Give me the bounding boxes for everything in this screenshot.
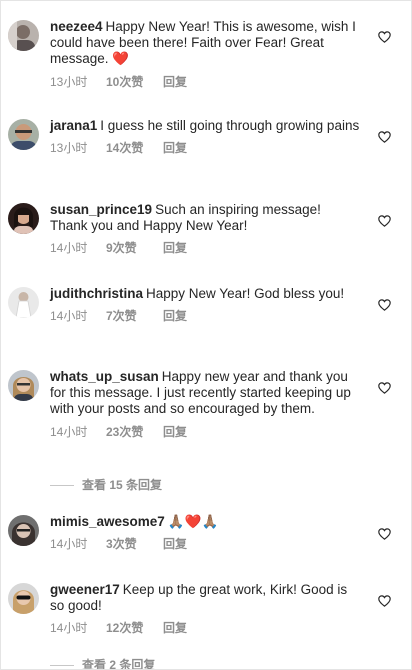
comment-like-count[interactable]: 3次赞: [106, 536, 163, 552]
comment-like-count[interactable]: 9次赞: [106, 240, 163, 256]
comment-like-count[interactable]: 14次赞: [106, 140, 163, 156]
comment-like-count[interactable]: 7次赞: [106, 308, 163, 324]
comment-meta: 13小时 14次赞 回复: [50, 140, 360, 156]
comment-meta: 14小时 9次赞 回复: [50, 240, 360, 256]
avatar[interactable]: [8, 203, 39, 234]
comment-body: susan_prince19 Such an inspiring message!…: [50, 202, 360, 256]
comment-timestamp: 14小时: [50, 621, 88, 636]
comment-body: whats_up_susan Happy new year and thank y…: [50, 369, 360, 440]
comment-text: Happy New Year! God bless you!: [146, 286, 345, 301]
comment-text-block: neezee4 Happy New Year! This is awesome, …: [50, 19, 360, 68]
comment-text-block: mimis_awesome7 🙏🏽❤️🙏🏽: [50, 514, 360, 530]
comment-meta: 14小时 3次赞 回复: [50, 536, 360, 552]
comment-username[interactable]: jarana1: [50, 118, 97, 133]
heart-outline-icon[interactable]: [378, 31, 391, 43]
heart-outline-icon[interactable]: [378, 299, 391, 311]
comment-username[interactable]: judithchristina: [50, 286, 143, 301]
reply-button[interactable]: 回复: [163, 308, 187, 324]
comment-timestamp: 14小时: [50, 424, 88, 439]
heart-outline-icon[interactable]: [378, 382, 391, 394]
comment-timestamp: 13小时: [50, 141, 88, 156]
comment-text-block: jarana1 I guess he still going through gr…: [50, 118, 360, 134]
view-replies-label: 查看 15 条回复: [82, 478, 163, 492]
comment-text-block: gweener17 Keep up the great work, Kirk! G…: [50, 582, 360, 614]
comment-text-block: judithchristina Happy New Year! God bless…: [50, 286, 360, 302]
view-replies-divider: [50, 665, 74, 667]
avatar[interactable]: [8, 583, 39, 614]
comment-like-count[interactable]: 12次赞: [106, 620, 163, 636]
heart-outline-icon[interactable]: [378, 528, 391, 540]
comment-meta: 13小时 10次赞 回复: [50, 74, 360, 90]
comment-username[interactable]: susan_prince19: [50, 202, 152, 217]
comment-username[interactable]: neezee4: [50, 19, 103, 34]
comment-body: judithchristina Happy New Year! God bless…: [50, 286, 360, 324]
comment-text: I guess he still going through growing p…: [100, 118, 360, 133]
view-replies-link[interactable]: 查看 2 条回复: [50, 657, 156, 670]
reply-button[interactable]: 回复: [163, 74, 187, 90]
comment-body: neezee4 Happy New Year! This is awesome, …: [50, 19, 360, 90]
reply-button[interactable]: 回复: [163, 240, 187, 256]
comment-timestamp: 14小时: [50, 309, 88, 324]
comment-text: 🙏🏽❤️🙏🏽: [167, 514, 219, 529]
view-replies-link[interactable]: 查看 15 条回复: [50, 477, 162, 493]
avatar[interactable]: [8, 287, 39, 318]
comment-meta: 14小时 23次赞 回复: [50, 424, 360, 440]
avatar[interactable]: [8, 370, 39, 401]
avatar[interactable]: [8, 119, 39, 150]
comment-username[interactable]: mimis_awesome7: [50, 514, 165, 529]
view-replies-divider: [50, 485, 74, 487]
comment-text-block: susan_prince19 Such an inspiring message!…: [50, 202, 360, 234]
comment-body: jarana1 I guess he still going through gr…: [50, 118, 360, 156]
comment-timestamp: 13小时: [50, 74, 88, 89]
comments-panel: neezee4 Happy New Year! This is awesome, …: [0, 0, 412, 670]
reply-button[interactable]: 回复: [163, 536, 187, 552]
view-replies-label: 查看 2 条回复: [82, 658, 156, 670]
comment-meta: 14小时 12次赞 回复: [50, 620, 360, 636]
comment-username[interactable]: gweener17: [50, 582, 120, 597]
avatar[interactable]: [8, 20, 39, 51]
comment-timestamp: 14小时: [50, 241, 88, 256]
heart-outline-icon[interactable]: [378, 595, 391, 607]
heart-outline-icon[interactable]: [378, 215, 391, 227]
comment-timestamp: 14小时: [50, 537, 88, 552]
comment-like-count[interactable]: 23次赞: [106, 424, 163, 440]
comment-body: gweener17 Keep up the great work, Kirk! G…: [50, 582, 360, 636]
reply-button[interactable]: 回复: [163, 140, 187, 156]
comment-text-block: whats_up_susan Happy new year and thank y…: [50, 369, 360, 418]
comment-body: mimis_awesome7 🙏🏽❤️🙏🏽 14小时 3次赞 回复: [50, 514, 360, 552]
comment-username[interactable]: whats_up_susan: [50, 369, 159, 384]
comment-like-count[interactable]: 10次赞: [106, 74, 163, 90]
reply-button[interactable]: 回复: [163, 424, 187, 440]
avatar[interactable]: [8, 515, 39, 546]
heart-outline-icon[interactable]: [378, 131, 391, 143]
comment-meta: 14小时 7次赞 回复: [50, 308, 360, 324]
reply-button[interactable]: 回复: [163, 620, 187, 636]
